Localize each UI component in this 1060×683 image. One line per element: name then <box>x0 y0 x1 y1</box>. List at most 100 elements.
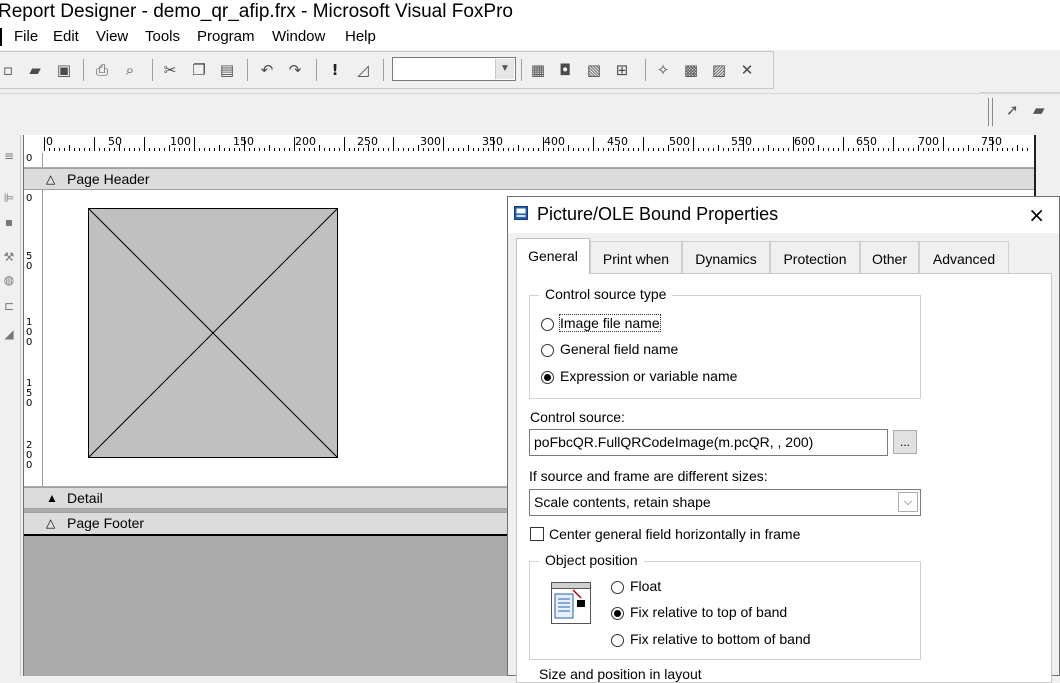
radio-label[interactable]: Fix relative to top of band <box>630 604 787 620</box>
tab-general[interactable]: General <box>516 238 590 274</box>
ruler-tick <box>103 148 105 151</box>
radio-label[interactable]: Image file name <box>559 314 661 332</box>
vruler-label: 0 <box>26 193 33 204</box>
copy-icon[interactable]: ❐ <box>190 61 208 79</box>
ruler-tick <box>952 148 954 151</box>
chevron-down-icon[interactable]: ⌵ <box>898 492 918 512</box>
ruler-tick <box>897 148 899 151</box>
field-icon[interactable]: ▪ <box>0 215 18 229</box>
browse-button[interactable]: ... <box>893 430 917 454</box>
undo-icon[interactable]: ↶ <box>258 61 276 79</box>
band-icon[interactable]: ≡ <box>0 149 18 163</box>
close-icon[interactable]: × <box>1028 203 1045 227</box>
picture-icon[interactable]: ◍ <box>0 273 18 287</box>
options-icon[interactable]: ▨ <box>710 61 728 79</box>
radio-image-file-name[interactable] <box>541 318 554 331</box>
tab-panel-general: Control source type Image file name Gene… <box>516 273 1052 683</box>
modify-form-icon[interactable]: ◿ <box>354 61 372 79</box>
ruler-tick <box>458 148 460 151</box>
radio-label[interactable]: Float <box>630 578 661 594</box>
ruler-tick <box>93 137 95 151</box>
vruler-label: 0 <box>26 153 33 164</box>
chevron-down-icon[interactable]: ▼ <box>495 59 514 79</box>
data-environment-icon[interactable]: ▦ <box>529 61 547 79</box>
band-label: Page Footer <box>67 515 145 531</box>
picture-ole-control[interactable] <box>88 208 338 458</box>
label-tool-icon[interactable]: ▰ <box>1033 101 1045 119</box>
select-pointer-icon[interactable]: ➚ <box>1006 101 1019 119</box>
dialog-title: Picture/OLE Bound Properties <box>537 204 779 224</box>
tab-print-when[interactable]: Print when <box>590 241 682 273</box>
control-source-field[interactable]: poFbcQR.FullQRCodeImage(m.pcQR, , 200) <box>529 429 888 456</box>
builder-icon[interactable]: ✕ <box>738 61 756 79</box>
size-mode-select[interactable]: Scale contents, retain shape ⌵ <box>529 489 921 516</box>
builder-lock-icon[interactable]: ◢ <box>0 327 18 341</box>
color-palette-icon[interactable]: ▧ <box>585 61 603 79</box>
save-icon[interactable]: ▣ <box>55 61 73 79</box>
radio-float[interactable] <box>611 581 624 594</box>
menu-file[interactable]: File <box>14 28 38 45</box>
radio-label[interactable]: Fix relative to bottom of band <box>630 631 811 647</box>
radio-fix-top[interactable] <box>611 607 624 620</box>
ruler-tick <box>837 148 839 151</box>
layout-icon[interactable]: ⊞ <box>613 61 631 79</box>
object-position-group: Object position Float Fix relative to to… <box>529 552 921 660</box>
shape-icon[interactable]: ⊏ <box>0 299 18 313</box>
tab-protection[interactable]: Protection <box>770 241 860 273</box>
ruler-tick <box>268 145 270 151</box>
center-general-checkbox[interactable] <box>530 527 544 541</box>
menu-view[interactable]: View <box>96 28 128 45</box>
paste-icon[interactable]: ▤ <box>218 61 236 79</box>
dialog-title-bar: Picture/OLE Bound Properties × <box>508 197 1059 233</box>
radio-general-field-name[interactable] <box>541 344 554 357</box>
ruler-tick <box>488 148 490 151</box>
run-icon[interactable]: ! <box>326 61 344 79</box>
ruler-tick <box>553 148 555 151</box>
new-icon[interactable]: ▫ <box>0 61 17 79</box>
radio-label[interactable]: Expression or variable name <box>560 368 737 384</box>
ruler-tick <box>158 148 160 151</box>
group-legend: Object position <box>539 552 644 568</box>
tool-icon[interactable]: ⚒ <box>0 250 18 264</box>
redo-icon[interactable]: ↷ <box>286 61 304 79</box>
form-wizard-icon[interactable]: ✧ <box>654 61 672 79</box>
report-controls-icon[interactable]: ◘ <box>556 61 574 79</box>
ruler-tick <box>742 137 744 151</box>
ruler-tick <box>73 148 75 151</box>
toolbar-combo[interactable]: ▼ <box>392 57 516 81</box>
ruler-label: 600 <box>794 135 815 148</box>
menu-help[interactable]: Help <box>345 28 376 45</box>
print-preview-icon[interactable]: ⌕ <box>121 61 139 79</box>
open-icon[interactable]: ▰ <box>26 61 44 79</box>
ruler-tick <box>283 148 285 151</box>
cut-icon[interactable]: ✂ <box>161 61 179 79</box>
menu-edit[interactable]: Edit <box>53 28 79 45</box>
ruler-tick <box>882 148 884 151</box>
vruler-label: 2 0 0 <box>26 440 33 471</box>
standard-toolbar: ▫ ▰ ▣ ⎙ ⌕ ✂ ❐ ▤ ↶ ↷ ! ◿ ▦ ◘ ▧ ⊞ ✧ ▩ ▨ ✕ <box>0 51 1060 94</box>
align-icon[interactable]: ⊫ <box>0 191 18 205</box>
ruler-tick <box>513 148 515 151</box>
radio-label[interactable]: General field name <box>560 341 678 357</box>
radio-expression-or-variable[interactable] <box>541 371 554 384</box>
menu-window[interactable]: Window <box>272 28 325 45</box>
ruler-tick <box>787 148 789 151</box>
ruler-tick <box>228 148 230 151</box>
ruler-tick <box>812 148 814 151</box>
radio-fix-bottom[interactable] <box>611 634 624 647</box>
band-bar-page-header[interactable]: △ Page Header <box>24 168 1034 190</box>
ruler-tick <box>503 148 505 151</box>
print-icon[interactable]: ⎙ <box>93 61 111 79</box>
auto-format-icon[interactable]: ▩ <box>682 61 700 79</box>
ruler-tick <box>138 148 140 151</box>
menu-program[interactable]: Program <box>197 28 255 45</box>
tab-advanced[interactable]: Advanced <box>919 241 1009 273</box>
vertical-ruler-top: 0 <box>24 153 43 167</box>
ruler-tick <box>972 148 974 151</box>
tab-dynamics[interactable]: Dynamics <box>682 241 770 273</box>
tab-other[interactable]: Other <box>860 241 919 273</box>
ruler-tick <box>857 148 859 151</box>
ruler-tick <box>613 148 615 151</box>
menu-tools[interactable]: Tools <box>145 28 180 45</box>
center-general-label[interactable]: Center general field horizontally in fra… <box>549 526 800 542</box>
